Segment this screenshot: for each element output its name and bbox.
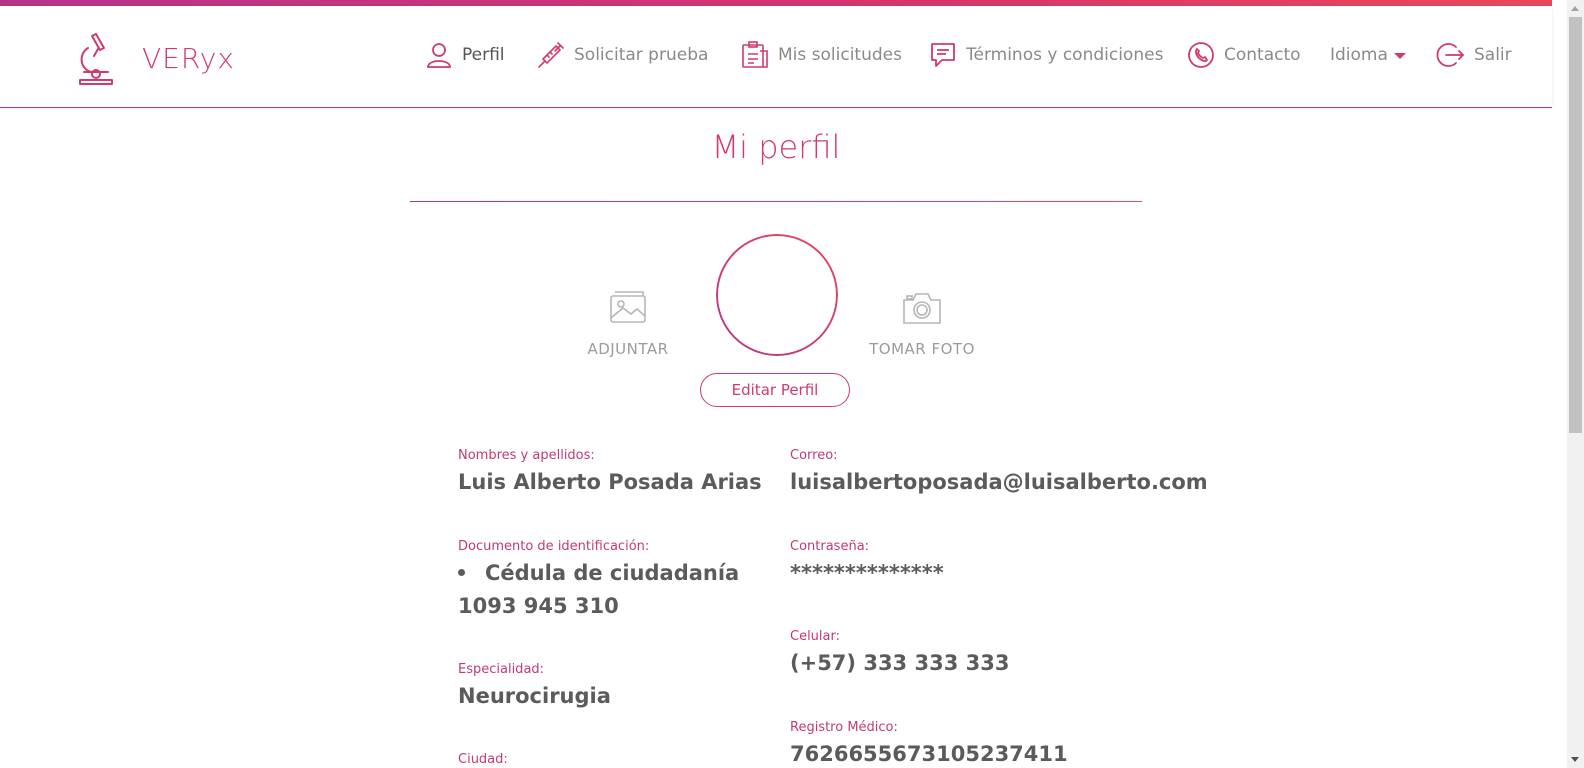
email-value: luisalbertoposada@luisalberto.com <box>790 470 1208 494</box>
email-label: Correo: <box>790 448 838 463</box>
specialty-value: Neurocirugia <box>458 684 611 708</box>
take-photo-label: TOMAR FOTO <box>869 340 975 358</box>
phone-label: Celular: <box>790 629 841 644</box>
camera-icon <box>903 293 941 324</box>
nav-salir-label: Salir <box>1474 45 1512 65</box>
document-number: 1093 945 310 <box>458 594 619 618</box>
nav-salir[interactable]: Salir <box>1436 40 1512 70</box>
nav-solicitar-prueba-label: Solicitar prueba <box>574 45 709 65</box>
header: VERyx Perfil Solicitar prueba Mis solici… <box>0 6 1552 108</box>
nav-solicitar-prueba[interactable]: Solicitar prueba <box>536 40 708 70</box>
registry-value: 762665567310523741​1 <box>790 742 1068 766</box>
caret-down-icon <box>1393 53 1406 59</box>
image-icon <box>610 291 646 323</box>
nav-terminos-label: Términos y condiciones <box>966 45 1164 65</box>
microscope-icon <box>79 33 113 85</box>
phone-value: (+57) 333 333 333 <box>790 651 1010 675</box>
scroll-down-arrow-icon[interactable] <box>1571 757 1579 762</box>
user-icon <box>427 43 451 68</box>
nav-terminos[interactable]: Términos y condiciones <box>928 40 1163 70</box>
nav-idioma-label: Idioma <box>1330 45 1388 65</box>
nav-mis-solicitudes-label: Mis solicitudes <box>778 45 902 65</box>
password-label: Contraseña: <box>790 539 870 554</box>
page-title: Mi perfil <box>711 128 841 166</box>
attach-photo-button[interactable]: ADJUNTAR <box>568 290 688 358</box>
title-divider <box>410 201 1142 202</box>
registry-label: Registro Médico: <box>790 720 898 735</box>
nav-contacto[interactable]: Contacto <box>1186 40 1301 70</box>
brand-name: VERyx <box>142 41 235 75</box>
take-photo-button[interactable]: TOMAR FOTO <box>862 290 982 358</box>
vertical-scrollbar[interactable] <box>1567 0 1584 768</box>
syringe-icon <box>538 42 564 68</box>
attach-label: ADJUNTAR <box>587 340 669 358</box>
city-label: Ciudad: <box>458 752 508 767</box>
edit-profile-button[interactable]: Editar Perfil <box>700 373 850 407</box>
nav-contacto-label: Contacto <box>1224 45 1301 65</box>
document-label: Documento de identificación: <box>458 539 650 554</box>
clipboard-icon <box>742 41 768 68</box>
avatar[interactable] <box>716 234 838 356</box>
scroll-up-arrow-icon[interactable] <box>1571 6 1579 11</box>
nav-mis-solicitudes[interactable]: Mis solicitudes <box>740 40 902 70</box>
document-type: Cédula de ciudadanía <box>458 561 739 585</box>
password-value: ************** <box>790 561 944 585</box>
specialty-label: Especialidad: <box>458 662 545 677</box>
nav-perfil-label: Perfil <box>462 45 505 65</box>
name-value: Luis Alberto Posada Arias <box>458 470 762 494</box>
message-icon <box>931 43 955 67</box>
phone-icon <box>1188 42 1214 68</box>
name-label: Nombres y apellidos: <box>458 448 595 463</box>
bullet-icon <box>458 568 465 576</box>
document-type-text: Cédula de ciudadanía <box>485 561 740 585</box>
scrollbar-thumb[interactable] <box>1569 17 1582 433</box>
logout-icon <box>1436 43 1465 67</box>
nav-perfil[interactable]: Perfil <box>424 40 505 70</box>
nav-idioma-dropdown[interactable]: Idioma <box>1330 40 1406 70</box>
brand-logo[interactable]: VERyx <box>74 30 235 86</box>
